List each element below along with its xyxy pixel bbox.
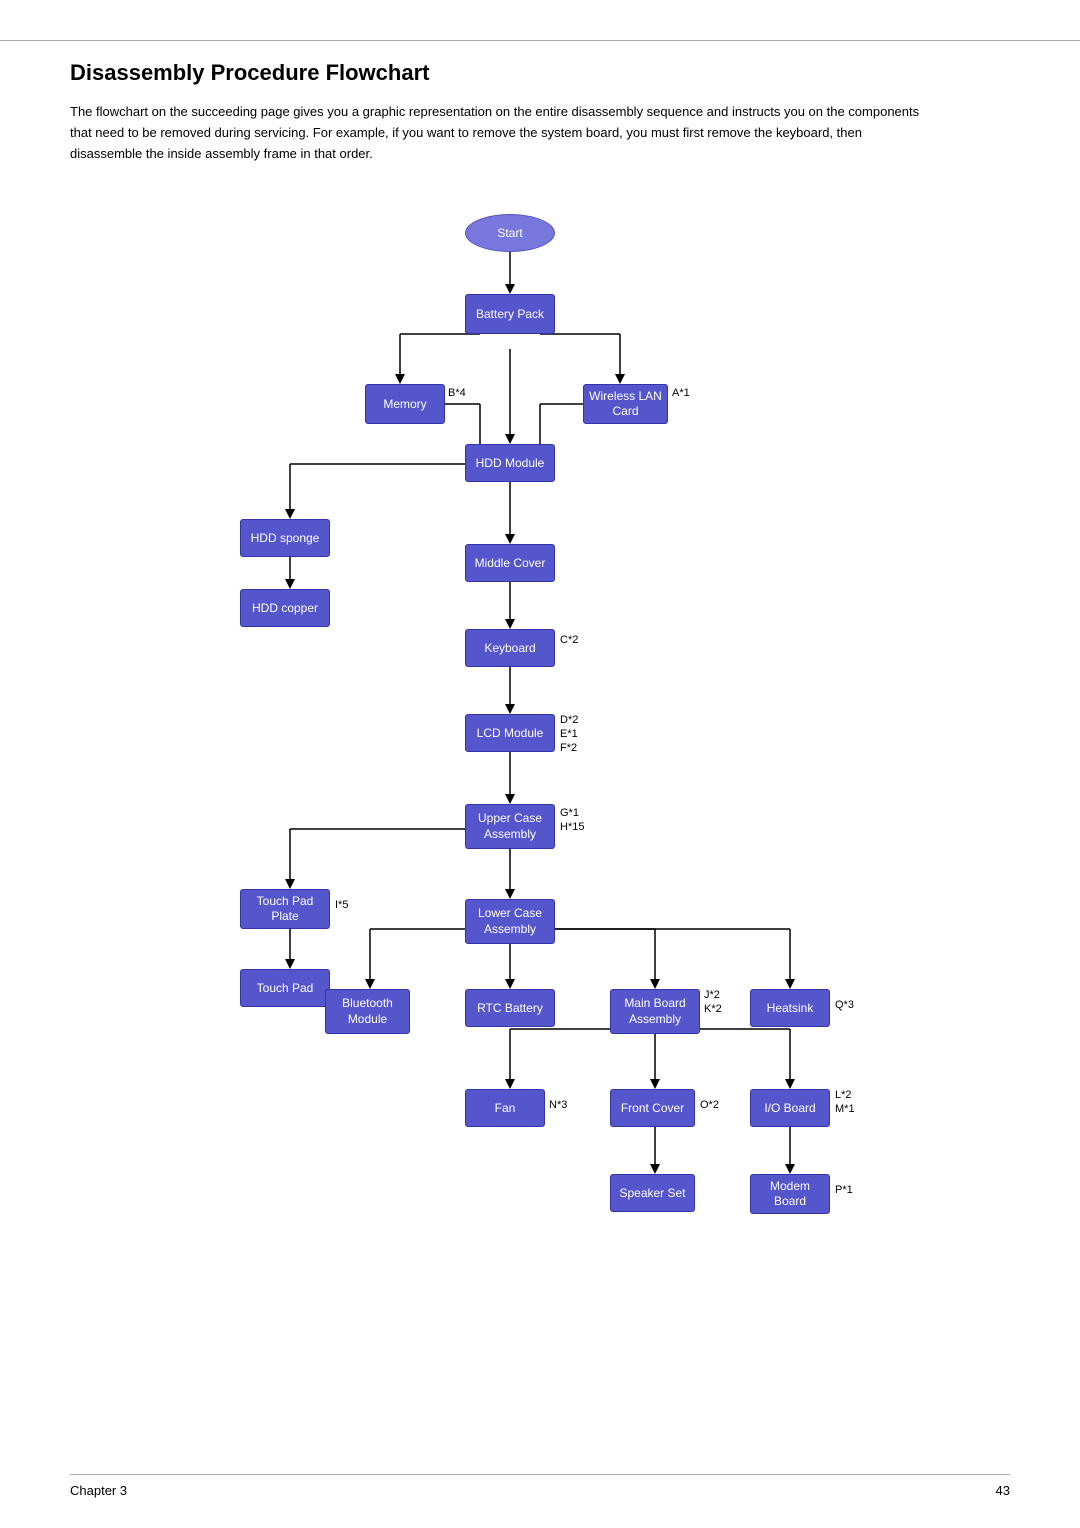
speaker-set-node: Speaker Set [610, 1174, 695, 1212]
description: The flowchart on the succeeding page giv… [70, 102, 930, 164]
page-title: Disassembly Procedure Flowchart [70, 60, 1010, 86]
f2-label: F*2 [560, 742, 577, 754]
modem-board-node: Modem Board [750, 1174, 830, 1214]
n3-label: N*3 [549, 1099, 567, 1111]
keyboard-node: Keyboard [465, 629, 555, 667]
j2-label: J*2 [704, 989, 720, 1001]
memory-node: Memory [365, 384, 445, 424]
wireless-lan-node: Wireless LAN Card [583, 384, 668, 424]
footer-chapter: Chapter 3 [70, 1483, 127, 1498]
lcd-module-node: LCD Module [465, 714, 555, 752]
connector-lines [90, 194, 990, 1324]
k2-label: K*2 [704, 1003, 722, 1015]
h15-label: H*15 [560, 821, 584, 833]
o2-label: O*2 [700, 1099, 719, 1111]
p1-label: P*1 [835, 1184, 853, 1196]
hdd-module-node: HDD Module [465, 444, 555, 482]
c2-label: C*2 [560, 634, 578, 646]
footer: Chapter 3 43 [70, 1474, 1010, 1498]
bluetooth-node: Bluetooth Module [325, 989, 410, 1034]
middle-cover-node: Middle Cover [465, 544, 555, 582]
l2-label: L*2 [835, 1089, 852, 1101]
d2-label: D*2 [560, 714, 578, 726]
io-board-node: I/O Board [750, 1089, 830, 1127]
q3-label: Q*3 [835, 999, 854, 1011]
touch-pad-plate-node: Touch Pad Plate [240, 889, 330, 929]
b4-label: B*4 [448, 387, 466, 399]
hdd-copper-node: HDD copper [240, 589, 330, 627]
front-cover-node: Front Cover [610, 1089, 695, 1127]
i5-label: I*5 [335, 899, 348, 911]
fan-node: Fan [465, 1089, 545, 1127]
touch-pad-node: Touch Pad [240, 969, 330, 1007]
rtc-battery-node: RTC Battery [465, 989, 555, 1027]
e1-label: E*1 [560, 728, 578, 740]
lower-case-node: Lower Case Assembly [465, 899, 555, 944]
flowchart: Start Battery Pack Memory B*4 Wireless L… [90, 194, 990, 1324]
top-border [0, 40, 1080, 41]
m1-label: M*1 [835, 1103, 855, 1115]
footer-page: 43 [996, 1483, 1010, 1498]
battery-pack-node: Battery Pack [465, 294, 555, 334]
main-board-node: Main Board Assembly [610, 989, 700, 1034]
page: Disassembly Procedure Flowchart The flow… [0, 0, 1080, 1528]
hdd-sponge-node: HDD sponge [240, 519, 330, 557]
g1-label: G*1 [560, 807, 579, 819]
a1-label: A*1 [672, 387, 690, 399]
upper-case-node: Upper Case Assembly [465, 804, 555, 849]
heatsink-node: Heatsink [750, 989, 830, 1027]
start-node: Start [465, 214, 555, 252]
